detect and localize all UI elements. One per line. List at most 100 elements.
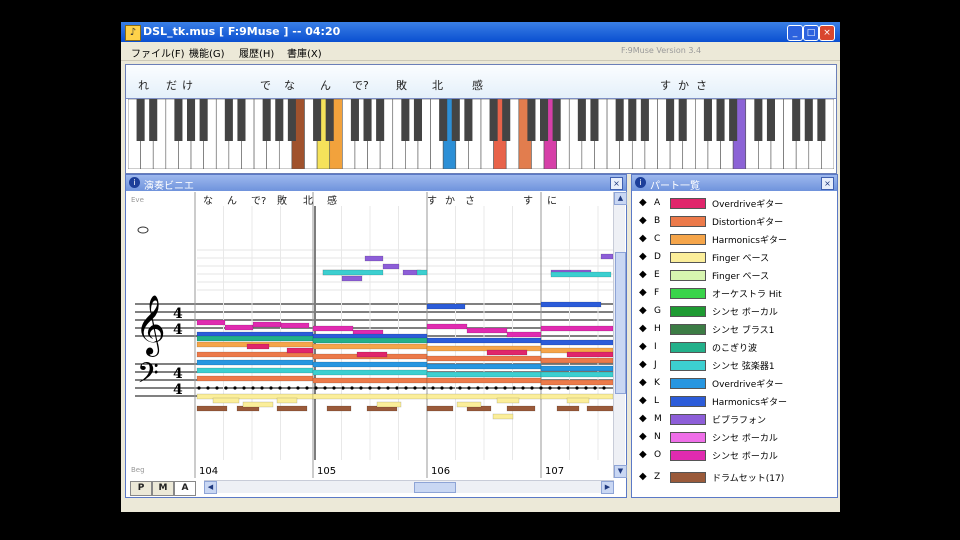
maximize-button[interactable]: □ <box>803 25 819 41</box>
note-block[interactable] <box>492 413 514 420</box>
note-block[interactable] <box>246 343 270 350</box>
part-row-k[interactable]: ◆ K Overdriveギター <box>632 375 837 392</box>
part-row-o[interactable]: ◆ O シンセ ボーカル <box>632 447 837 464</box>
scroll-down-icon[interactable]: ▼ <box>614 465 627 478</box>
note-block[interactable] <box>426 377 542 384</box>
note-block[interactable] <box>426 303 466 310</box>
black-key[interactable] <box>224 99 233 141</box>
part-row-h[interactable]: ◆ H シンセ ブラス1 <box>632 321 837 338</box>
note-block[interactable] <box>540 365 613 372</box>
horizontal-scrollbar[interactable]: ◀ ▶ <box>204 480 614 494</box>
note-block[interactable] <box>196 367 314 374</box>
black-key[interactable] <box>376 99 385 141</box>
black-key[interactable] <box>628 99 637 141</box>
part-row-i[interactable]: ◆ I のこぎり波 <box>632 339 837 356</box>
note-block[interactable] <box>356 351 388 358</box>
note-block[interactable] <box>586 405 613 412</box>
part-color-swatch[interactable] <box>670 450 706 461</box>
menu-history[interactable]: 履歴(H) <box>239 45 274 60</box>
note-block[interactable] <box>276 397 298 404</box>
black-key[interactable] <box>766 99 775 141</box>
part-row-m[interactable]: ◆ M ビブラフォン <box>632 411 837 428</box>
part-row-d[interactable]: ◆ D Finger ベース <box>632 249 837 266</box>
black-key[interactable] <box>754 99 763 141</box>
part-row-g[interactable]: ◆ G シンセ ボーカル <box>632 303 837 320</box>
part-color-swatch[interactable] <box>670 306 706 317</box>
note-block[interactable] <box>566 351 613 358</box>
black-key[interactable] <box>804 99 813 141</box>
black-key[interactable] <box>703 99 712 141</box>
black-key[interactable] <box>313 99 322 141</box>
part-color-swatch[interactable] <box>670 324 706 335</box>
part-row-b[interactable]: ◆ B Distortionギター <box>632 213 837 230</box>
note-block[interactable] <box>506 331 542 338</box>
note-block[interactable] <box>540 371 613 378</box>
black-key[interactable] <box>666 99 675 141</box>
vertical-scrollbar[interactable]: ▲ ▼ <box>613 192 627 478</box>
mode-a-button[interactable]: A <box>174 481 196 496</box>
black-key[interactable] <box>363 99 372 141</box>
note-block[interactable] <box>496 397 520 404</box>
part-color-swatch[interactable] <box>670 198 706 209</box>
note-block[interactable] <box>540 379 613 386</box>
note-block[interactable] <box>426 371 542 378</box>
black-key[interactable] <box>640 99 649 141</box>
close-button[interactable]: × <box>819 25 835 41</box>
black-key[interactable] <box>678 99 687 141</box>
note-block[interactable] <box>276 405 308 412</box>
part-row-f[interactable]: ◆ F オーケストラ Hit <box>632 285 837 302</box>
horizontal-scroll-thumb[interactable] <box>414 482 456 493</box>
note-block[interactable] <box>322 269 384 276</box>
mode-p-button[interactable]: P <box>130 481 152 496</box>
note-block[interactable] <box>341 275 363 282</box>
part-row-n[interactable]: ◆ N シンセ ボーカル <box>632 429 837 446</box>
note-block[interactable] <box>252 321 282 328</box>
scroll-left-icon[interactable]: ◀ <box>204 481 217 494</box>
part-row-e[interactable]: ◆ E Finger ベース <box>632 267 837 284</box>
black-key[interactable] <box>615 99 624 141</box>
note-block[interactable] <box>540 339 613 346</box>
black-key[interactable] <box>451 99 460 141</box>
black-key[interactable] <box>817 99 826 141</box>
note-block[interactable] <box>286 347 314 354</box>
note-block[interactable] <box>486 349 528 356</box>
scroll-right-icon[interactable]: ▶ <box>601 481 614 494</box>
note-block[interactable] <box>416 269 428 276</box>
part-color-swatch[interactable] <box>670 414 706 425</box>
note-block[interactable] <box>196 335 314 342</box>
black-key[interactable] <box>413 99 422 141</box>
black-key[interactable] <box>439 99 448 141</box>
note-block[interactable] <box>540 325 613 332</box>
parts-title-bar[interactable]: i パート一覧 × <box>632 175 837 192</box>
note-block[interactable] <box>312 361 428 368</box>
part-color-swatch[interactable] <box>670 288 706 299</box>
part-color-swatch[interactable] <box>670 342 706 353</box>
note-block[interactable] <box>326 405 352 412</box>
part-row-j[interactable]: ◆ J シンセ 弦楽器1 <box>632 357 837 374</box>
note-block[interactable] <box>376 401 402 408</box>
part-color-swatch[interactable] <box>670 472 706 483</box>
mode-m-button[interactable]: M <box>152 481 174 496</box>
black-key[interactable] <box>136 99 145 141</box>
note-block[interactable] <box>364 255 384 262</box>
black-key[interactable] <box>552 99 561 141</box>
scroll-up-icon[interactable]: ▲ <box>614 192 627 205</box>
note-block[interactable] <box>312 377 428 384</box>
note-block[interactable] <box>426 393 542 400</box>
note-block[interactable] <box>196 375 314 382</box>
note-block[interactable] <box>224 324 254 331</box>
part-row-l[interactable]: ◆ L Harmonicsギター <box>632 393 837 410</box>
note-block[interactable] <box>196 319 226 326</box>
menu-function[interactable]: 機能(G) <box>189 45 225 60</box>
menu-file[interactable]: ファイル(F) <box>131 45 185 60</box>
note-block[interactable] <box>550 271 612 278</box>
black-key[interactable] <box>716 99 725 141</box>
app-icon[interactable]: ♪ <box>125 25 141 41</box>
minimize-button[interactable]: _ <box>787 25 803 41</box>
black-key[interactable] <box>464 99 473 141</box>
part-color-swatch[interactable] <box>670 270 706 281</box>
note-block[interactable] <box>196 359 314 366</box>
note-block[interactable] <box>426 405 454 412</box>
black-key[interactable] <box>174 99 183 141</box>
note-block[interactable] <box>540 357 613 364</box>
